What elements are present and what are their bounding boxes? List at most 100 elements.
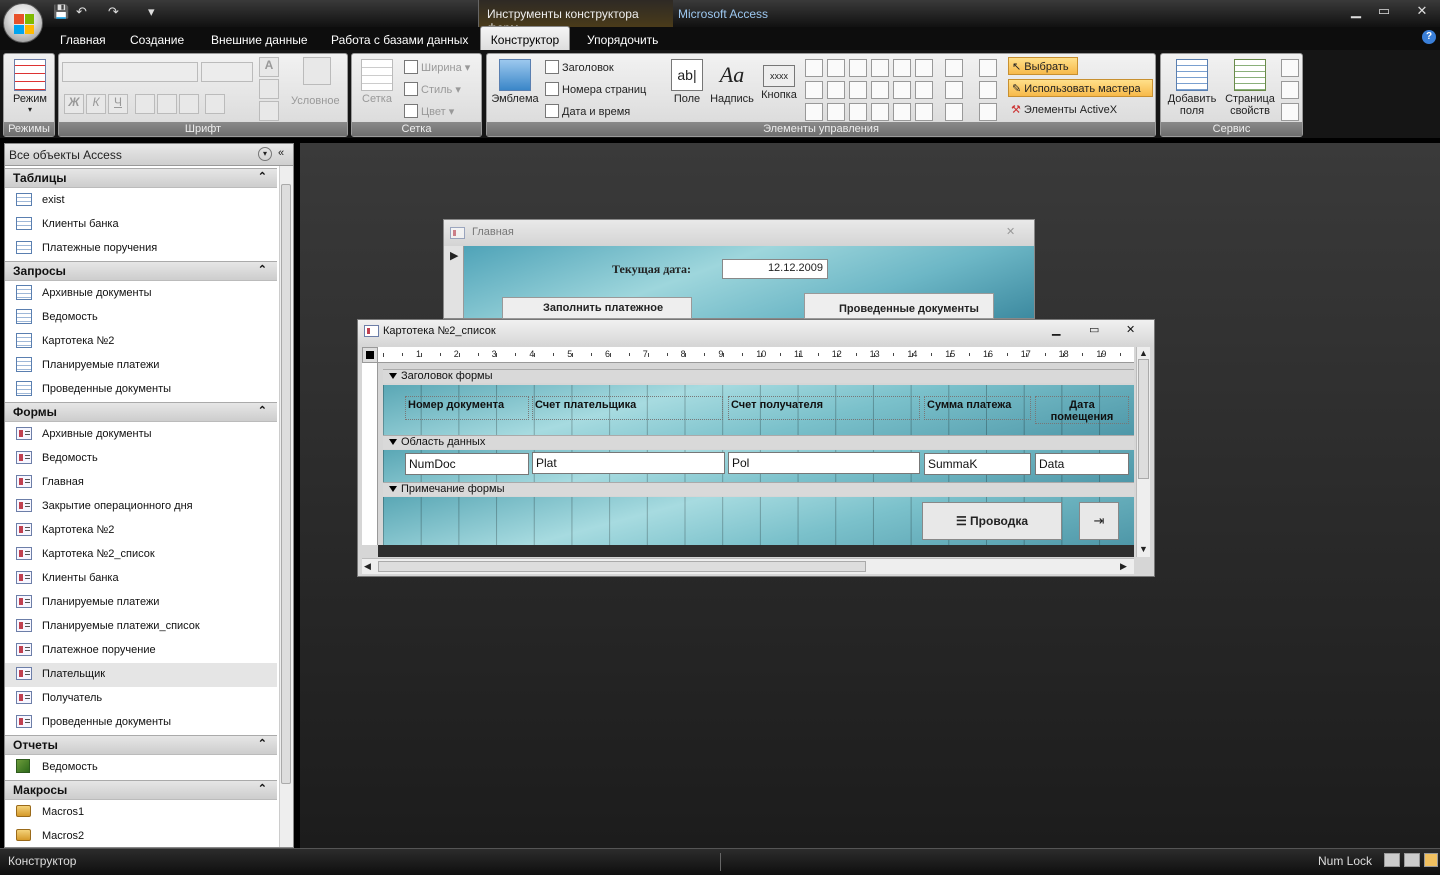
check-box-icon[interactable] [849,81,867,99]
design-view-status-icon[interactable] [1424,853,1438,867]
tab-control-icon[interactable] [915,59,933,77]
textbox-button[interactable]: ab| Поле [667,59,707,105]
align-left-icon[interactable] [135,94,155,114]
tab-database-tools[interactable]: Работа с базами данных [331,31,468,50]
post-button[interactable]: ☰ Проводка [922,502,1062,540]
form-list-close-icon[interactable]: ✕ [1126,323,1135,336]
page-break-icon[interactable] [849,59,867,77]
unbound-object-icon[interactable] [871,103,889,121]
subform-icon[interactable] [805,103,823,121]
nav-menu-chevron-icon[interactable]: ▾ [258,147,272,161]
bold-button[interactable]: Ж [64,94,84,114]
add-fields-button[interactable]: Добавить поля [1163,59,1221,117]
form-view-status-icon[interactable] [1384,853,1400,867]
fill-color-icon[interactable] [259,79,279,99]
form-header-band[interactable]: Заголовок формы [383,369,1134,383]
font-size-combo[interactable] [201,62,253,82]
layout-view-status-icon[interactable] [1404,853,1420,867]
use-wizards-button[interactable]: ✎ Использовать мастера [1008,79,1153,97]
label-payer-account[interactable]: Счет плательщика [532,396,723,420]
line-type-icon[interactable] [979,59,997,77]
scroll-down-icon[interactable]: ▼ [1139,544,1148,554]
activex-button[interactable]: ⚒ Элементы ActiveX [1011,101,1117,119]
align-center-icon[interactable] [157,94,177,114]
tab-home[interactable]: Главная [60,31,106,50]
form-vertical-scrollbar[interactable]: ▲ ▼ [1136,347,1150,557]
office-button[interactable] [3,3,43,43]
nav-item-form[interactable]: Главная [5,471,277,495]
form-selector[interactable] [362,347,378,363]
nav-item-table[interactable]: Платежные поручения [5,237,277,261]
line-style-button[interactable]: Стиль ▾ [404,81,461,99]
nav-section-form[interactable]: Формы ⌃ [5,402,277,422]
conditional-format-icon[interactable] [303,57,331,85]
form-main-window[interactable]: Главная ✕ ▶ Текущая дата: 12.12.2009 Зап… [443,219,1035,319]
combo-box-icon[interactable] [805,59,823,77]
collapse-chevron-icon[interactable]: ⌃ [258,263,267,276]
select-button[interactable]: ↖ Выбрать [1008,57,1078,75]
line-thickness-icon[interactable] [945,59,963,77]
special-effect-icon[interactable] [945,81,963,99]
align-right-icon[interactable] [179,94,199,114]
nav-item-form[interactable]: Ведомость [5,447,277,471]
form-list-maximize-icon[interactable]: ▭ [1089,323,1099,336]
command-button[interactable]: xxxx Кнопка [757,59,801,101]
record-selector[interactable]: ▶ [444,246,464,318]
nav-item-query[interactable]: Ведомость [5,306,277,330]
nav-header[interactable]: Все объекты Access ▾ « [5,144,293,166]
help-icon[interactable]: ? [1422,30,1436,44]
italic-button[interactable]: К [86,94,106,114]
page-numbers-button[interactable]: Номера страниц [545,81,646,99]
save-icon[interactable]: 💾 [53,4,69,22]
tab-arrange[interactable]: Упорядочить [587,31,658,50]
collapse-chevron-icon[interactable]: ⌃ [258,782,267,795]
form-main-titlebar[interactable]: Главная ✕ [444,220,1034,246]
fill-payment-button[interactable]: Заполнить платежное [502,297,692,319]
grid-button[interactable]: Сетка [357,59,397,105]
label-button[interactable]: Aa Надпись [707,59,757,105]
form-main-close-icon[interactable]: ✕ [1006,225,1015,238]
logo-button[interactable]: Эмблема [491,59,539,105]
customize-qat-icon[interactable]: ▾ [148,4,155,22]
nav-item-form[interactable]: Планируемые платежи [5,591,277,615]
line-icon[interactable] [827,59,845,77]
form-list-minimize-icon[interactable]: ▁ [1052,323,1060,336]
nav-item-form[interactable]: Клиенты банка [5,567,277,591]
rectangle-icon[interactable] [827,81,845,99]
nav-item-macro[interactable]: Macros1 [5,801,277,825]
nav-section-query[interactable]: Запросы ⌃ [5,261,277,281]
nav-item-form[interactable]: Плательщик [5,663,277,687]
nav-item-query[interactable]: Проведенные документы [5,378,277,402]
scroll-up-icon[interactable]: ▲ [1139,348,1148,358]
underline-button[interactable]: Ч [108,94,128,114]
font-name-combo[interactable] [62,62,198,82]
toggle-icon[interactable] [871,59,889,77]
nav-item-form[interactable]: Закрытие операционного дня [5,495,277,519]
view-code-icon[interactable] [1281,81,1299,99]
line-color-icon[interactable] [259,101,279,121]
form-list-titlebar[interactable]: Картотека №2_список ▁ ▭ ✕ [358,320,1154,345]
minimize-button[interactable]: ▁ [1342,3,1370,21]
hscroll-thumb[interactable] [378,561,866,572]
collapse-chevron-icon[interactable]: ⌃ [258,737,267,750]
detail-band[interactable]: Область данных [383,435,1134,449]
hyperlink-icon[interactable] [915,81,933,99]
line-width-button[interactable]: Ширина ▾ [404,59,470,77]
field-data[interactable]: Data [1035,453,1129,475]
tab-external-data[interactable]: Внешние данные [211,31,308,50]
label-placement-date[interactable]: Дата помещения [1035,396,1129,424]
nav-item-form[interactable]: Картотека №2_список [5,543,277,567]
current-date-field[interactable]: 12.12.2009 [722,259,828,279]
posted-docs-button[interactable]: Проведенные документы [804,293,994,319]
nav-item-table[interactable]: exist [5,189,277,213]
option-group-icon[interactable] [871,81,889,99]
title-button[interactable]: Заголовок [545,59,614,77]
tab-design[interactable]: Конструктор [480,26,570,51]
paperclip-icon[interactable] [915,103,933,121]
nav-item-table[interactable]: Клиенты банка [5,213,277,237]
maximize-button[interactable]: ▭ [1370,3,1398,21]
nav-collapse-icon[interactable]: « [278,147,284,159]
nav-section-report[interactable]: Отчеты ⌃ [5,735,277,755]
nav-item-form[interactable]: Планируемые платежи_список [5,615,277,639]
bound-object-icon[interactable] [827,103,845,121]
